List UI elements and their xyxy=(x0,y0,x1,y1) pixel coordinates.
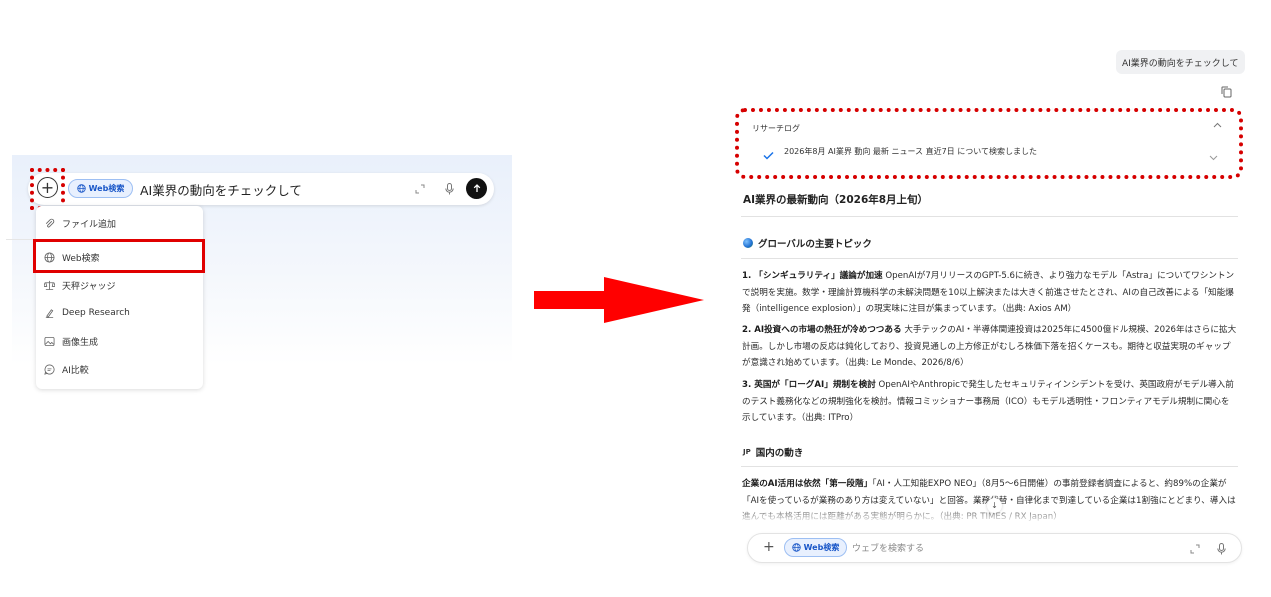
japan-flag-icon: JP xyxy=(743,448,751,456)
web-search-chip[interactable]: Web検索 xyxy=(784,538,847,557)
chevron-down-icon[interactable] xyxy=(1209,146,1218,165)
divider xyxy=(741,258,1238,259)
global-section-heading: グローバルの主要トピック xyxy=(743,236,872,250)
earth-globe-icon xyxy=(743,238,753,248)
microphone-icon[interactable] xyxy=(443,182,455,195)
web-search-highlight xyxy=(33,239,205,273)
globe-icon xyxy=(76,184,86,193)
web-search-chip-label: Web検索 xyxy=(803,543,840,552)
expand-icon[interactable] xyxy=(1189,543,1201,555)
menu-item-label: 天秤ジャッジ xyxy=(62,281,116,292)
globe-icon xyxy=(791,543,801,552)
scroll-down-icon[interactable]: ↓ xyxy=(987,498,1002,513)
menu-item-label: ファイル追加 xyxy=(62,219,117,230)
domestic-section-heading-text: 国内の動き xyxy=(755,448,804,459)
plus-icon[interactable]: + xyxy=(763,539,775,555)
report-item: 2. AI投資への市場の熱狂が冷めつつある 大手テックのAI・半導体関連投資は2… xyxy=(742,322,1238,372)
report-item-lead: 3. 英国が「ローグAI」規制を検討 xyxy=(742,380,876,390)
menu-item-file-add[interactable]: ファイル追加 xyxy=(36,212,203,234)
check-icon xyxy=(763,145,774,164)
report-item: 1. 「シンギュラリティ」議論が加速 OpenAIが7月リリースのGPT-5.6… xyxy=(742,268,1238,318)
domestic-lead: 企業のAI活用は依然「第一段階」 xyxy=(742,479,873,489)
arrow-up-icon xyxy=(473,184,480,192)
prompt-input-text[interactable]: AI業界の動向をチェックして xyxy=(140,180,302,199)
research-log-title: リサーチログ xyxy=(752,124,800,133)
menu-item-ai-compare[interactable]: AI比較 xyxy=(36,358,203,380)
user-message-text: AI業界の動向をチェックして xyxy=(1122,58,1239,69)
paperclip-icon xyxy=(45,218,55,227)
chat-input-placeholder[interactable]: ウェブを検索する xyxy=(852,541,924,554)
report-item-lead: 1. 「シンギュラリティ」議論が加速 xyxy=(742,271,883,281)
chevron-up-icon[interactable] xyxy=(1213,121,1222,131)
menu-item-label: 画像生成 xyxy=(62,337,99,348)
send-button[interactable] xyxy=(466,178,487,199)
web-search-chip-label: Web検索 xyxy=(88,184,125,193)
web-search-chip[interactable]: Web検索 xyxy=(68,179,133,198)
report-title: AI業界の最新動向（2026年8月上旬） xyxy=(743,194,929,206)
domestic-section-heading: JP 国内の動き xyxy=(743,445,803,459)
report-item-lead: 2. AI投資への市場の熱狂が冷めつつある xyxy=(742,325,902,335)
plus-button-highlight xyxy=(30,168,65,210)
research-log-highlight xyxy=(735,108,1243,179)
divider xyxy=(741,216,1238,217)
research-icon xyxy=(45,308,54,318)
image-icon xyxy=(44,336,55,346)
report-item: 3. 英国が「ローグAI」規制を検討 OpenAIやAnthropicで発生した… xyxy=(742,377,1238,427)
copy-icon[interactable] xyxy=(1221,83,1232,102)
scale-icon xyxy=(44,280,55,290)
menu-item-label: Deep Research xyxy=(62,308,130,318)
menu-item-label: AI比較 xyxy=(62,365,89,376)
user-message-bubble: AI業界の動向をチェックして xyxy=(1116,50,1245,74)
expand-icon[interactable] xyxy=(414,183,426,195)
red-arrow-icon xyxy=(534,277,704,323)
divider xyxy=(741,466,1238,467)
microphone-icon[interactable] xyxy=(1215,542,1227,555)
global-section-heading-text: グローバルの主要トピック xyxy=(758,239,872,250)
menu-item-scale-judge[interactable]: 天秤ジャッジ xyxy=(36,274,203,296)
chat-icon xyxy=(44,364,55,375)
menu-item-deep-research[interactable]: Deep Research xyxy=(36,302,203,324)
menu-item-image-generation[interactable]: 画像生成 xyxy=(36,330,203,352)
research-log-entry: 2026年8月 AI業界 動向 最新 ニュース 直近7日 について検索しました xyxy=(784,147,1037,156)
